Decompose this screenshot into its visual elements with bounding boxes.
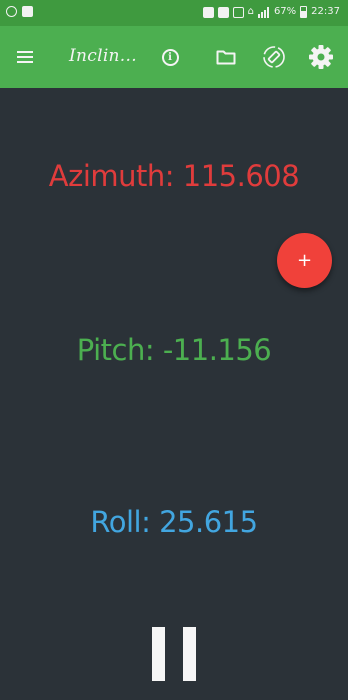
- alarm-icon: [6, 6, 17, 17]
- status-time: 22:37: [311, 6, 340, 17]
- folder-icon: [216, 50, 236, 65]
- app-toolbar: Inclin... i: [0, 26, 348, 88]
- cast-icon: ⌂: [247, 6, 254, 17]
- status-left-icons: [6, 6, 33, 17]
- settings-button[interactable]: [306, 42, 336, 72]
- plus-icon: +: [296, 249, 313, 271]
- azimuth-reading: Azimuth: 115.608: [48, 159, 300, 193]
- gallery-icon: [22, 6, 33, 17]
- screen-rotation-icon: [263, 46, 285, 68]
- battery-saver-icon: [217, 6, 229, 18]
- screen-rotation-button[interactable]: [259, 42, 289, 72]
- notification-icon: [202, 6, 214, 18]
- roll-reading: Roll: 25.615: [90, 505, 258, 539]
- folder-button[interactable]: [211, 42, 241, 72]
- signal-icon: [257, 6, 270, 18]
- app-title: Inclin...: [69, 46, 137, 66]
- settings-icon: [309, 45, 333, 69]
- add-fab-button[interactable]: +: [277, 233, 332, 288]
- status-bar: ⌂ 67% 22:37: [0, 0, 348, 26]
- battery-icon: [300, 6, 308, 18]
- pitch-reading: Pitch: -11.156: [76, 333, 272, 367]
- lock-icon: [232, 6, 244, 18]
- pause-button[interactable]: [152, 627, 196, 681]
- info-icon: i: [161, 48, 179, 66]
- info-button[interactable]: i: [155, 42, 185, 72]
- pause-icon: [152, 627, 165, 681]
- menu-icon: [17, 51, 33, 63]
- status-right-icons: ⌂ 67% 22:37: [202, 5, 340, 19]
- battery-percent: 67%: [273, 6, 297, 17]
- menu-button[interactable]: [10, 42, 40, 72]
